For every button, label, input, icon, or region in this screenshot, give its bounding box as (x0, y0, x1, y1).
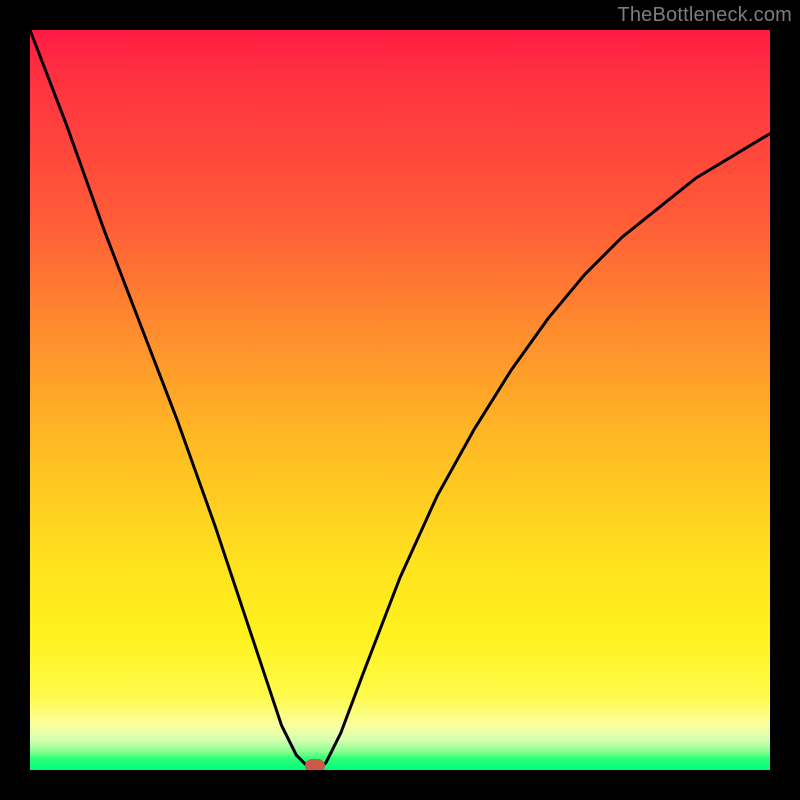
watermark-text: TheBottleneck.com (617, 4, 792, 27)
optimal-point-marker (305, 759, 325, 770)
plot-area (30, 30, 770, 770)
bottleneck-curve (30, 30, 770, 770)
chart-frame: TheBottleneck.com (0, 0, 800, 800)
